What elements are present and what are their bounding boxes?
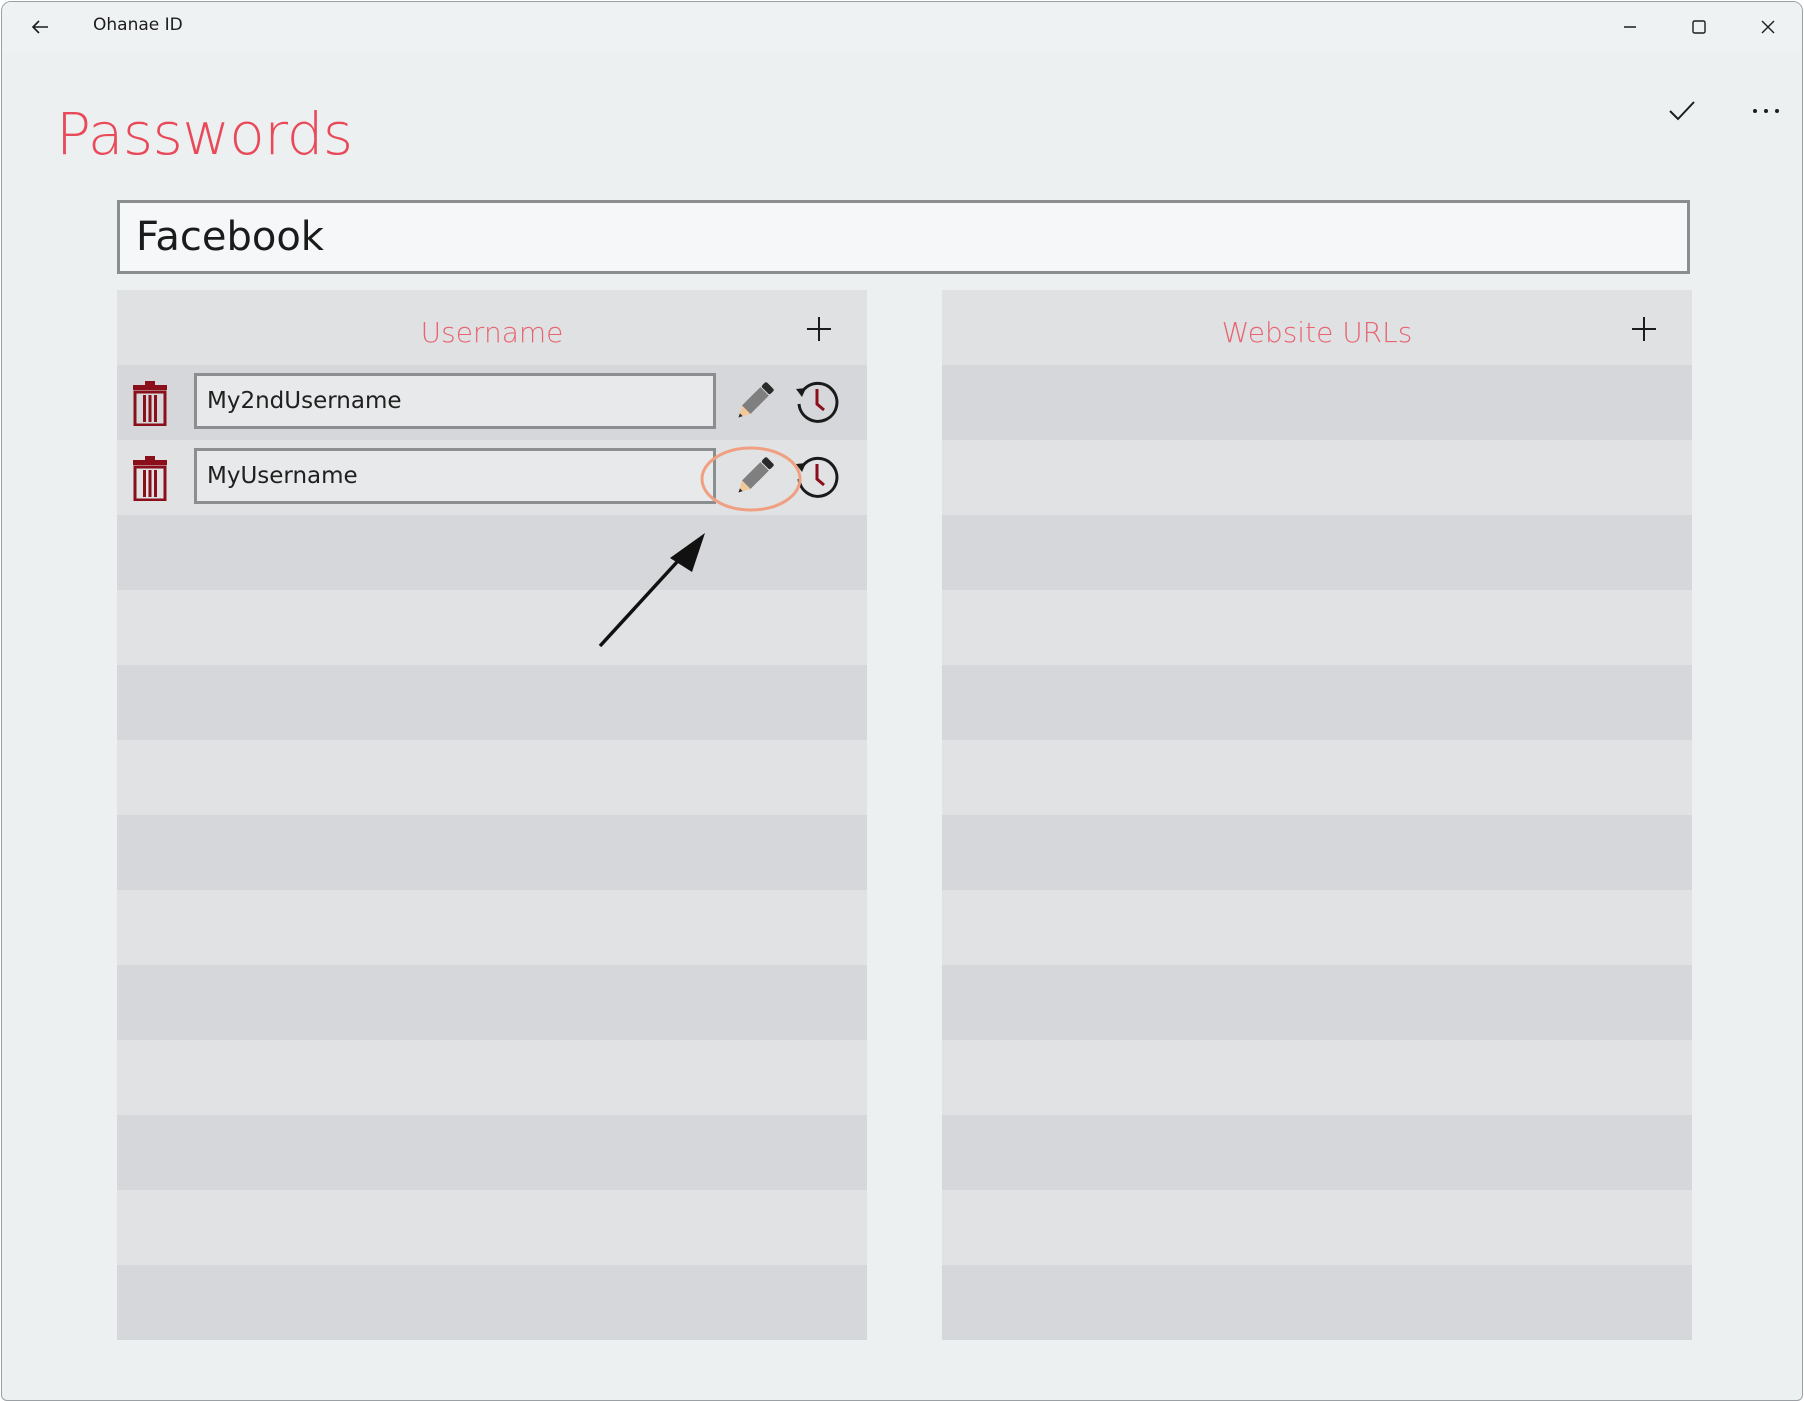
history-clock-icon <box>796 456 839 498</box>
username-history-button[interactable] <box>793 378 841 426</box>
empty-row <box>117 665 867 740</box>
page-title: Passwords <box>56 100 353 168</box>
username-panel-title: Username <box>420 316 564 349</box>
add-username-button[interactable] <box>802 312 836 346</box>
empty-row <box>117 965 867 1040</box>
title-bar: Ohanae ID <box>2 2 1802 52</box>
more-options-button[interactable] <box>1744 88 1788 132</box>
username-history-button[interactable] <box>793 453 841 501</box>
empty-row <box>942 965 1692 1040</box>
empty-row <box>942 1040 1692 1115</box>
delete-username-button[interactable] <box>131 380 169 427</box>
website-urls-panel-title: Website URLs <box>1221 316 1413 349</box>
empty-row <box>117 815 867 890</box>
checkmark-icon <box>1669 101 1695 121</box>
close-button[interactable] <box>1734 2 1802 52</box>
more-ellipsis-icon <box>1753 109 1779 113</box>
username-input[interactable] <box>194 373 716 429</box>
minimize-button[interactable] <box>1596 2 1664 52</box>
back-button[interactable] <box>24 12 56 42</box>
empty-row <box>942 590 1692 665</box>
accept-button[interactable] <box>1660 88 1704 132</box>
entry-name-input[interactable] <box>120 203 1687 271</box>
pencil-icon <box>738 457 774 493</box>
website-url-list <box>942 365 1692 1340</box>
username-row <box>117 365 867 440</box>
trash-icon <box>133 456 167 502</box>
empty-row <box>942 665 1692 740</box>
maximize-icon <box>1692 20 1706 34</box>
username-panel: Username <box>117 290 867 1340</box>
empty-row <box>942 365 1692 440</box>
empty-row <box>942 1115 1692 1190</box>
username-input[interactable] <box>194 448 716 504</box>
empty-row <box>117 1265 867 1340</box>
username-list <box>117 365 867 1340</box>
empty-row <box>117 740 867 815</box>
minimize-icon <box>1624 26 1636 28</box>
empty-row <box>117 1190 867 1265</box>
empty-row <box>942 1190 1692 1265</box>
edit-username-button[interactable] <box>729 452 779 502</box>
empty-row <box>942 740 1692 815</box>
back-arrow-icon <box>31 20 48 34</box>
plus-icon <box>1632 317 1656 341</box>
website-urls-panel-header: Website URLs <box>942 290 1692 365</box>
plus-icon <box>807 317 831 341</box>
maximize-button[interactable] <box>1665 2 1733 52</box>
empty-row <box>117 1040 867 1115</box>
entry-name-field[interactable] <box>117 200 1690 274</box>
username-panel-header: Username <box>117 290 867 365</box>
empty-row <box>942 890 1692 965</box>
empty-row <box>942 1265 1692 1340</box>
trash-icon <box>133 381 167 427</box>
close-icon <box>1761 20 1775 34</box>
history-clock-icon <box>796 381 839 423</box>
empty-row <box>117 890 867 965</box>
pencil-icon <box>738 382 774 418</box>
empty-row <box>117 515 867 590</box>
edit-username-button[interactable] <box>729 377 779 427</box>
empty-row <box>942 815 1692 890</box>
add-website-url-button[interactable] <box>1627 312 1661 346</box>
website-urls-panel: Website URLs <box>942 290 1692 1340</box>
empty-row <box>942 515 1692 590</box>
app-title: Ohanae ID <box>93 15 183 35</box>
delete-username-button[interactable] <box>131 455 169 502</box>
empty-row <box>942 440 1692 515</box>
app-window: Ohanae ID Passwords Facebook Username My… <box>1 1 1803 1401</box>
empty-row <box>117 1115 867 1190</box>
username-row <box>117 440 867 515</box>
empty-row <box>117 590 867 665</box>
